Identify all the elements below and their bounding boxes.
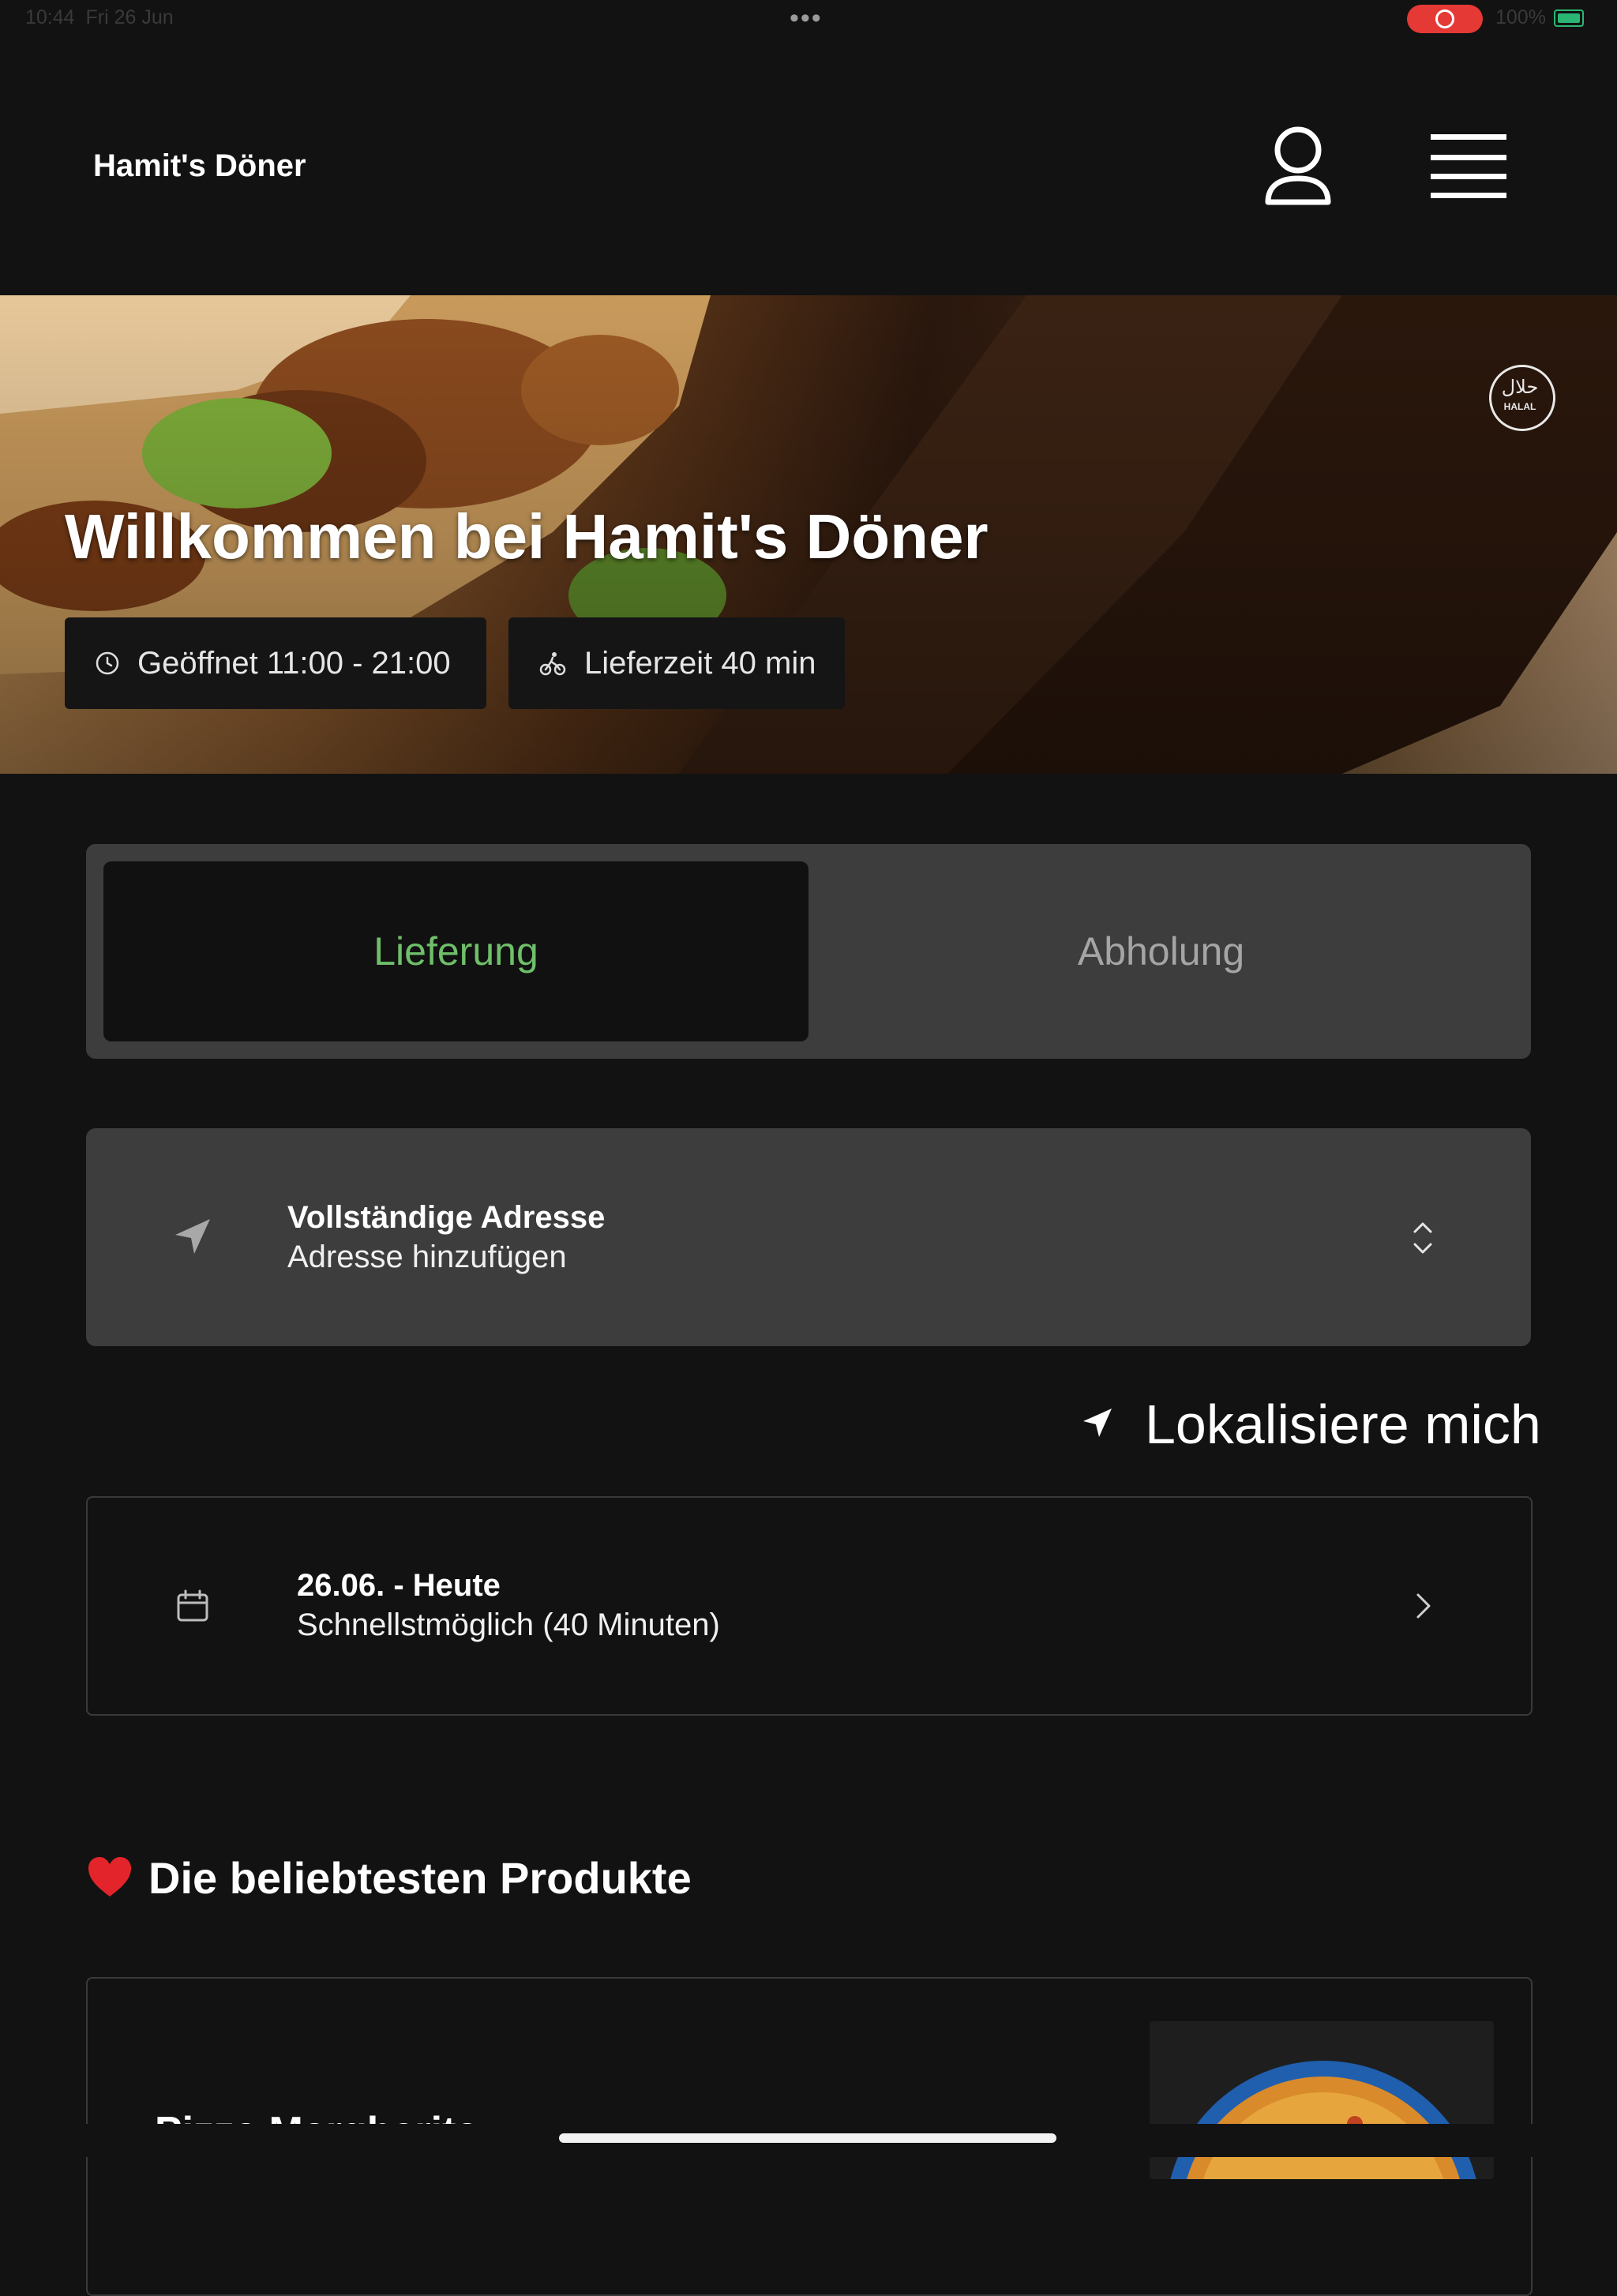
schedule-date: 26.06. - Heute — [297, 1568, 501, 1603]
chevron-up-down-icon — [1413, 1222, 1432, 1254]
location-arrow-icon — [175, 1219, 210, 1254]
tab-abholung[interactable]: Abholung — [808, 861, 1514, 1041]
chevron-right-icon — [1416, 1593, 1431, 1619]
clock-icon — [96, 651, 119, 675]
status-bar: 10:44 Fri 26 Jun ••• 100% — [0, 0, 1617, 38]
popular-products-heading: Die beliebtesten Produkte — [148, 1853, 692, 1903]
bike-courier-icon — [539, 652, 566, 676]
heart-icon — [88, 1857, 131, 1896]
schedule-time: Schnellstmöglich (40 Minuten) — [297, 1608, 720, 1642]
battery-icon — [1554, 9, 1584, 27]
home-indicator[interactable] — [559, 2133, 1056, 2143]
hero-title: Willkommen bei Hamit's Döner — [65, 501, 989, 572]
delivery-time-label: Lieferzeit 40 min — [584, 645, 816, 681]
battery-percentage: 100% — [1495, 6, 1546, 28]
address-title: Vollständige Adresse — [287, 1200, 606, 1235]
menu-icon[interactable] — [1429, 133, 1508, 199]
user-icon[interactable] — [1263, 123, 1333, 210]
address-placeholder[interactable]: Adresse hinzufügen — [287, 1240, 567, 1275]
brand-name[interactable]: Hamit's Döner — [93, 148, 306, 184]
locate-me-button[interactable]: Lokalisiere mich — [1145, 1393, 1541, 1456]
delivery-time-chip: Lieferzeit 40 min — [508, 617, 845, 709]
delivery-time-selector[interactable] — [86, 1496, 1533, 1716]
status-time: 10:44 Fri 26 Jun — [25, 6, 174, 28]
multitasking-dots[interactable]: ••• — [790, 3, 823, 34]
record-icon — [1435, 9, 1454, 28]
halal-badge-label: HALAL — [1503, 401, 1536, 412]
calendar-icon — [177, 1589, 208, 1622]
screen-recording-indicator[interactable] — [1407, 5, 1483, 33]
location-arrow-icon — [1083, 1409, 1112, 1437]
opening-hours-chip: Geöffnet 11:00 - 21:00 — [65, 617, 486, 709]
opening-hours-label: Geöffnet 11:00 - 21:00 — [137, 645, 451, 681]
hero-banner: Willkommen bei Hamit's Döner Geöffnet 11… — [0, 295, 1617, 774]
tab-lieferung[interactable]: Lieferung — [103, 861, 808, 1041]
halal-badge-arabic: حلال — [1501, 377, 1539, 398]
address-selector[interactable] — [86, 1128, 1531, 1346]
